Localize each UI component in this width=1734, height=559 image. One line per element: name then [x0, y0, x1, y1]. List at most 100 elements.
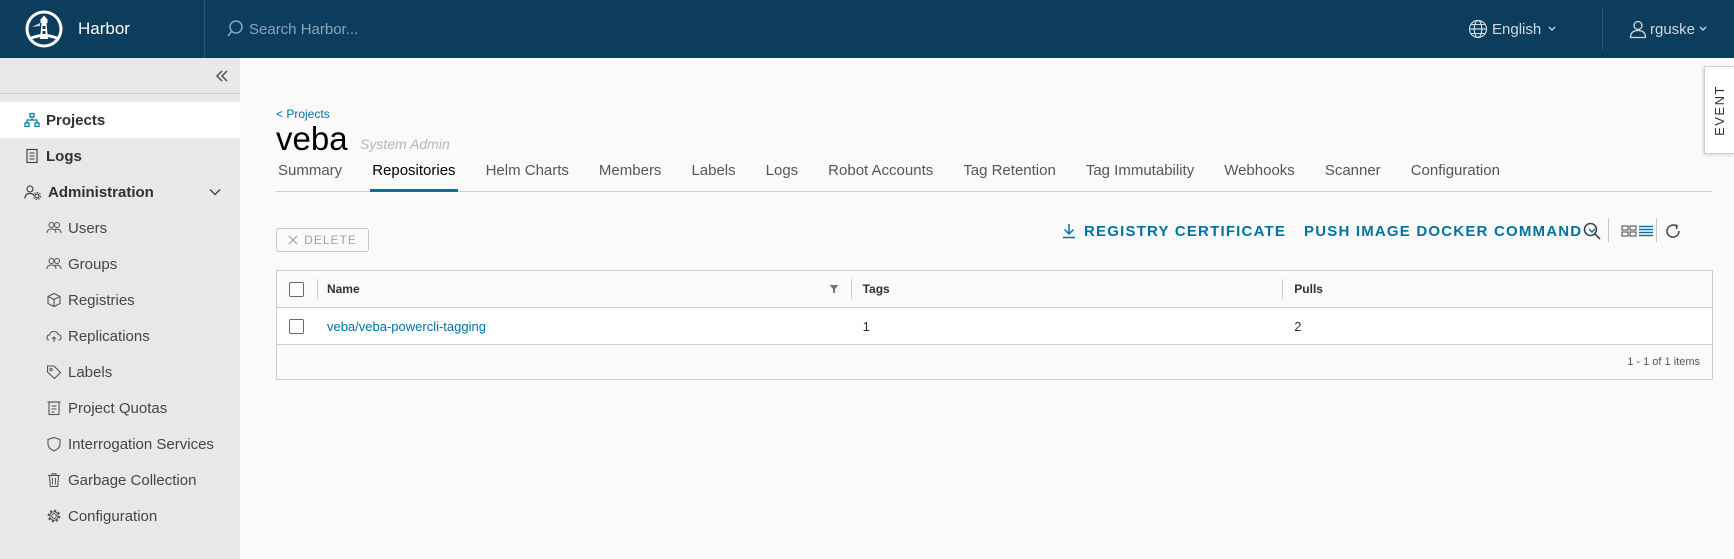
- chevron-down-icon: [209, 189, 221, 196]
- labels-icon: [46, 365, 62, 380]
- column-header-tags[interactable]: Tags: [850, 271, 1283, 307]
- search-input[interactable]: [249, 20, 649, 38]
- refresh-icon: [1666, 224, 1680, 238]
- harbor-logo-icon: [25, 10, 63, 48]
- row-checkbox[interactable]: [289, 318, 305, 334]
- column-header-name[interactable]: Name: [316, 271, 851, 307]
- sidebar-collapse-row: [0, 58, 240, 94]
- users-icon: [46, 221, 62, 234]
- sidebar-item-label: Logs: [46, 147, 82, 165]
- sidebar-item-users[interactable]: Users: [0, 210, 240, 246]
- role-badge: System Admin: [360, 136, 450, 152]
- sidebar-item-interrogation-services[interactable]: Interrogation Services: [0, 426, 240, 462]
- sidebar-item-label: Configuration: [68, 507, 158, 525]
- sidebar-item-logs[interactable]: Logs: [0, 138, 240, 174]
- tab-scanner[interactable]: Scanner: [1323, 156, 1383, 192]
- tags-count-cell: 1: [862, 318, 870, 334]
- table-header: Name Tags Pulls: [277, 271, 1712, 308]
- sidebar-item-configuration[interactable]: Configuration: [0, 498, 240, 534]
- tab-configuration[interactable]: Configuration: [1409, 156, 1502, 192]
- sidebar-item-project-quotas[interactable]: Project Quotas: [0, 390, 240, 426]
- list-view-button[interactable]: [1634, 216, 1658, 246]
- sidebar-item-label: Replications: [68, 327, 150, 345]
- groups-icon: [46, 257, 62, 270]
- select-all-checkbox[interactable]: [289, 281, 305, 297]
- close-icon: [288, 235, 298, 245]
- push-image-command-dropdown[interactable]: PUSH IMAGE DOCKER COMMAND: [1304, 216, 1597, 246]
- main-content: < Projects veba System Admin Summary Rep…: [240, 58, 1734, 559]
- delete-button-label: DELETE: [304, 233, 357, 247]
- projects-icon: [24, 112, 40, 128]
- sidebar-item-label: Projects: [46, 111, 106, 129]
- sidebar-item-labels[interactable]: Labels: [0, 354, 240, 390]
- global-search[interactable]: [227, 19, 827, 39]
- project-quotas-icon: [47, 401, 61, 416]
- tab-tag-immutability[interactable]: Tag Immutability: [1084, 156, 1196, 192]
- back-to-projects-link[interactable]: < Projects: [276, 107, 330, 121]
- sidebar-item-groups[interactable]: Groups: [0, 246, 240, 282]
- logs-icon: [26, 148, 38, 164]
- brand[interactable]: Harbor: [0, 0, 205, 58]
- language-selector[interactable]: English: [1468, 0, 1561, 58]
- tab-robot-accounts[interactable]: Robot Accounts: [826, 156, 935, 192]
- sidebar: Projects Logs Administration Users Group…: [0, 58, 240, 559]
- event-panel-tab[interactable]: EVENT: [1704, 66, 1734, 154]
- pulls-count-cell: 2: [1294, 318, 1302, 334]
- header-divider: [1602, 8, 1603, 50]
- tab-tag-retention[interactable]: Tag Retention: [961, 156, 1058, 192]
- sidebar-item-label: Labels: [68, 363, 113, 381]
- administration-icon: [24, 185, 42, 200]
- table-row: veba/veba-powercli-tagging 1 2: [277, 308, 1712, 345]
- search-icon: [1583, 222, 1601, 240]
- sidebar-item-label: Interrogation Services: [68, 435, 214, 453]
- download-icon: [1063, 224, 1075, 239]
- sidebar-item-label: Groups: [68, 255, 118, 273]
- registries-icon: [47, 292, 61, 308]
- tab-labels[interactable]: Labels: [689, 156, 737, 192]
- app-name: Harbor: [78, 19, 130, 38]
- sidebar-item-label: Administration: [48, 183, 154, 201]
- tab-summary[interactable]: Summary: [276, 156, 344, 192]
- chevron-down-icon: [1548, 26, 1556, 31]
- select-all-cell: [277, 271, 317, 307]
- tab-logs[interactable]: Logs: [764, 156, 801, 192]
- registry-certificate-button[interactable]: REGISTRY CERTIFICATE: [1062, 216, 1286, 246]
- tab-helm-charts[interactable]: Helm Charts: [484, 156, 571, 192]
- tab-repositories[interactable]: Repositories: [370, 156, 458, 192]
- globe-icon: [1468, 19, 1488, 39]
- column-header-label: Pulls: [1294, 282, 1323, 296]
- tab-members[interactable]: Members: [597, 156, 664, 192]
- interrogation-services-icon: [47, 436, 61, 452]
- pagination-summary: 1 - 1 of 1 items: [1627, 356, 1700, 368]
- column-header-pulls[interactable]: Pulls: [1282, 271, 1712, 307]
- toolbar-divider: [1656, 218, 1657, 242]
- chevron-down-icon: [1699, 26, 1707, 31]
- collapse-sidebar-icon[interactable]: [214, 68, 230, 84]
- filter-icon[interactable]: [829, 284, 839, 294]
- tab-webhooks[interactable]: Webhooks: [1222, 156, 1297, 192]
- project-tabs: Summary Repositories Helm Charts Members…: [276, 156, 1712, 192]
- registry-certificate-label: REGISTRY CERTIFICATE: [1084, 222, 1287, 240]
- repo-name-cell: veba/veba-powercli-tagging: [317, 308, 851, 344]
- row-select-cell: [277, 308, 317, 344]
- refresh-button[interactable]: [1661, 216, 1685, 246]
- search-repositories-button[interactable]: [1580, 216, 1604, 246]
- replications-icon: [46, 330, 62, 342]
- gear-icon: [47, 509, 61, 523]
- column-header-label: Tags: [862, 282, 890, 296]
- page-title: veba: [276, 120, 348, 157]
- repository-link[interactable]: veba/veba-powercli-tagging: [327, 319, 486, 334]
- push-command-label: PUSH IMAGE DOCKER COMMAND: [1304, 222, 1583, 240]
- sidebar-item-administration[interactable]: Administration: [0, 174, 240, 210]
- toolbar-divider: [1608, 218, 1609, 242]
- user-icon: [1629, 20, 1647, 39]
- sidebar-item-replications[interactable]: Replications: [0, 318, 240, 354]
- sidebar-item-garbage-collection[interactable]: Garbage Collection: [0, 462, 240, 498]
- delete-button[interactable]: DELETE: [276, 228, 369, 252]
- table-footer: 1 - 1 of 1 items: [277, 345, 1712, 379]
- repositories-table: Name Tags Pulls veba/veba-powercli-taggi…: [276, 270, 1713, 380]
- sidebar-item-registries[interactable]: Registries: [0, 282, 240, 318]
- user-menu[interactable]: rguske: [1628, 0, 1708, 58]
- sidebar-item-label: Users: [68, 219, 108, 237]
- sidebar-item-projects[interactable]: Projects: [0, 102, 240, 138]
